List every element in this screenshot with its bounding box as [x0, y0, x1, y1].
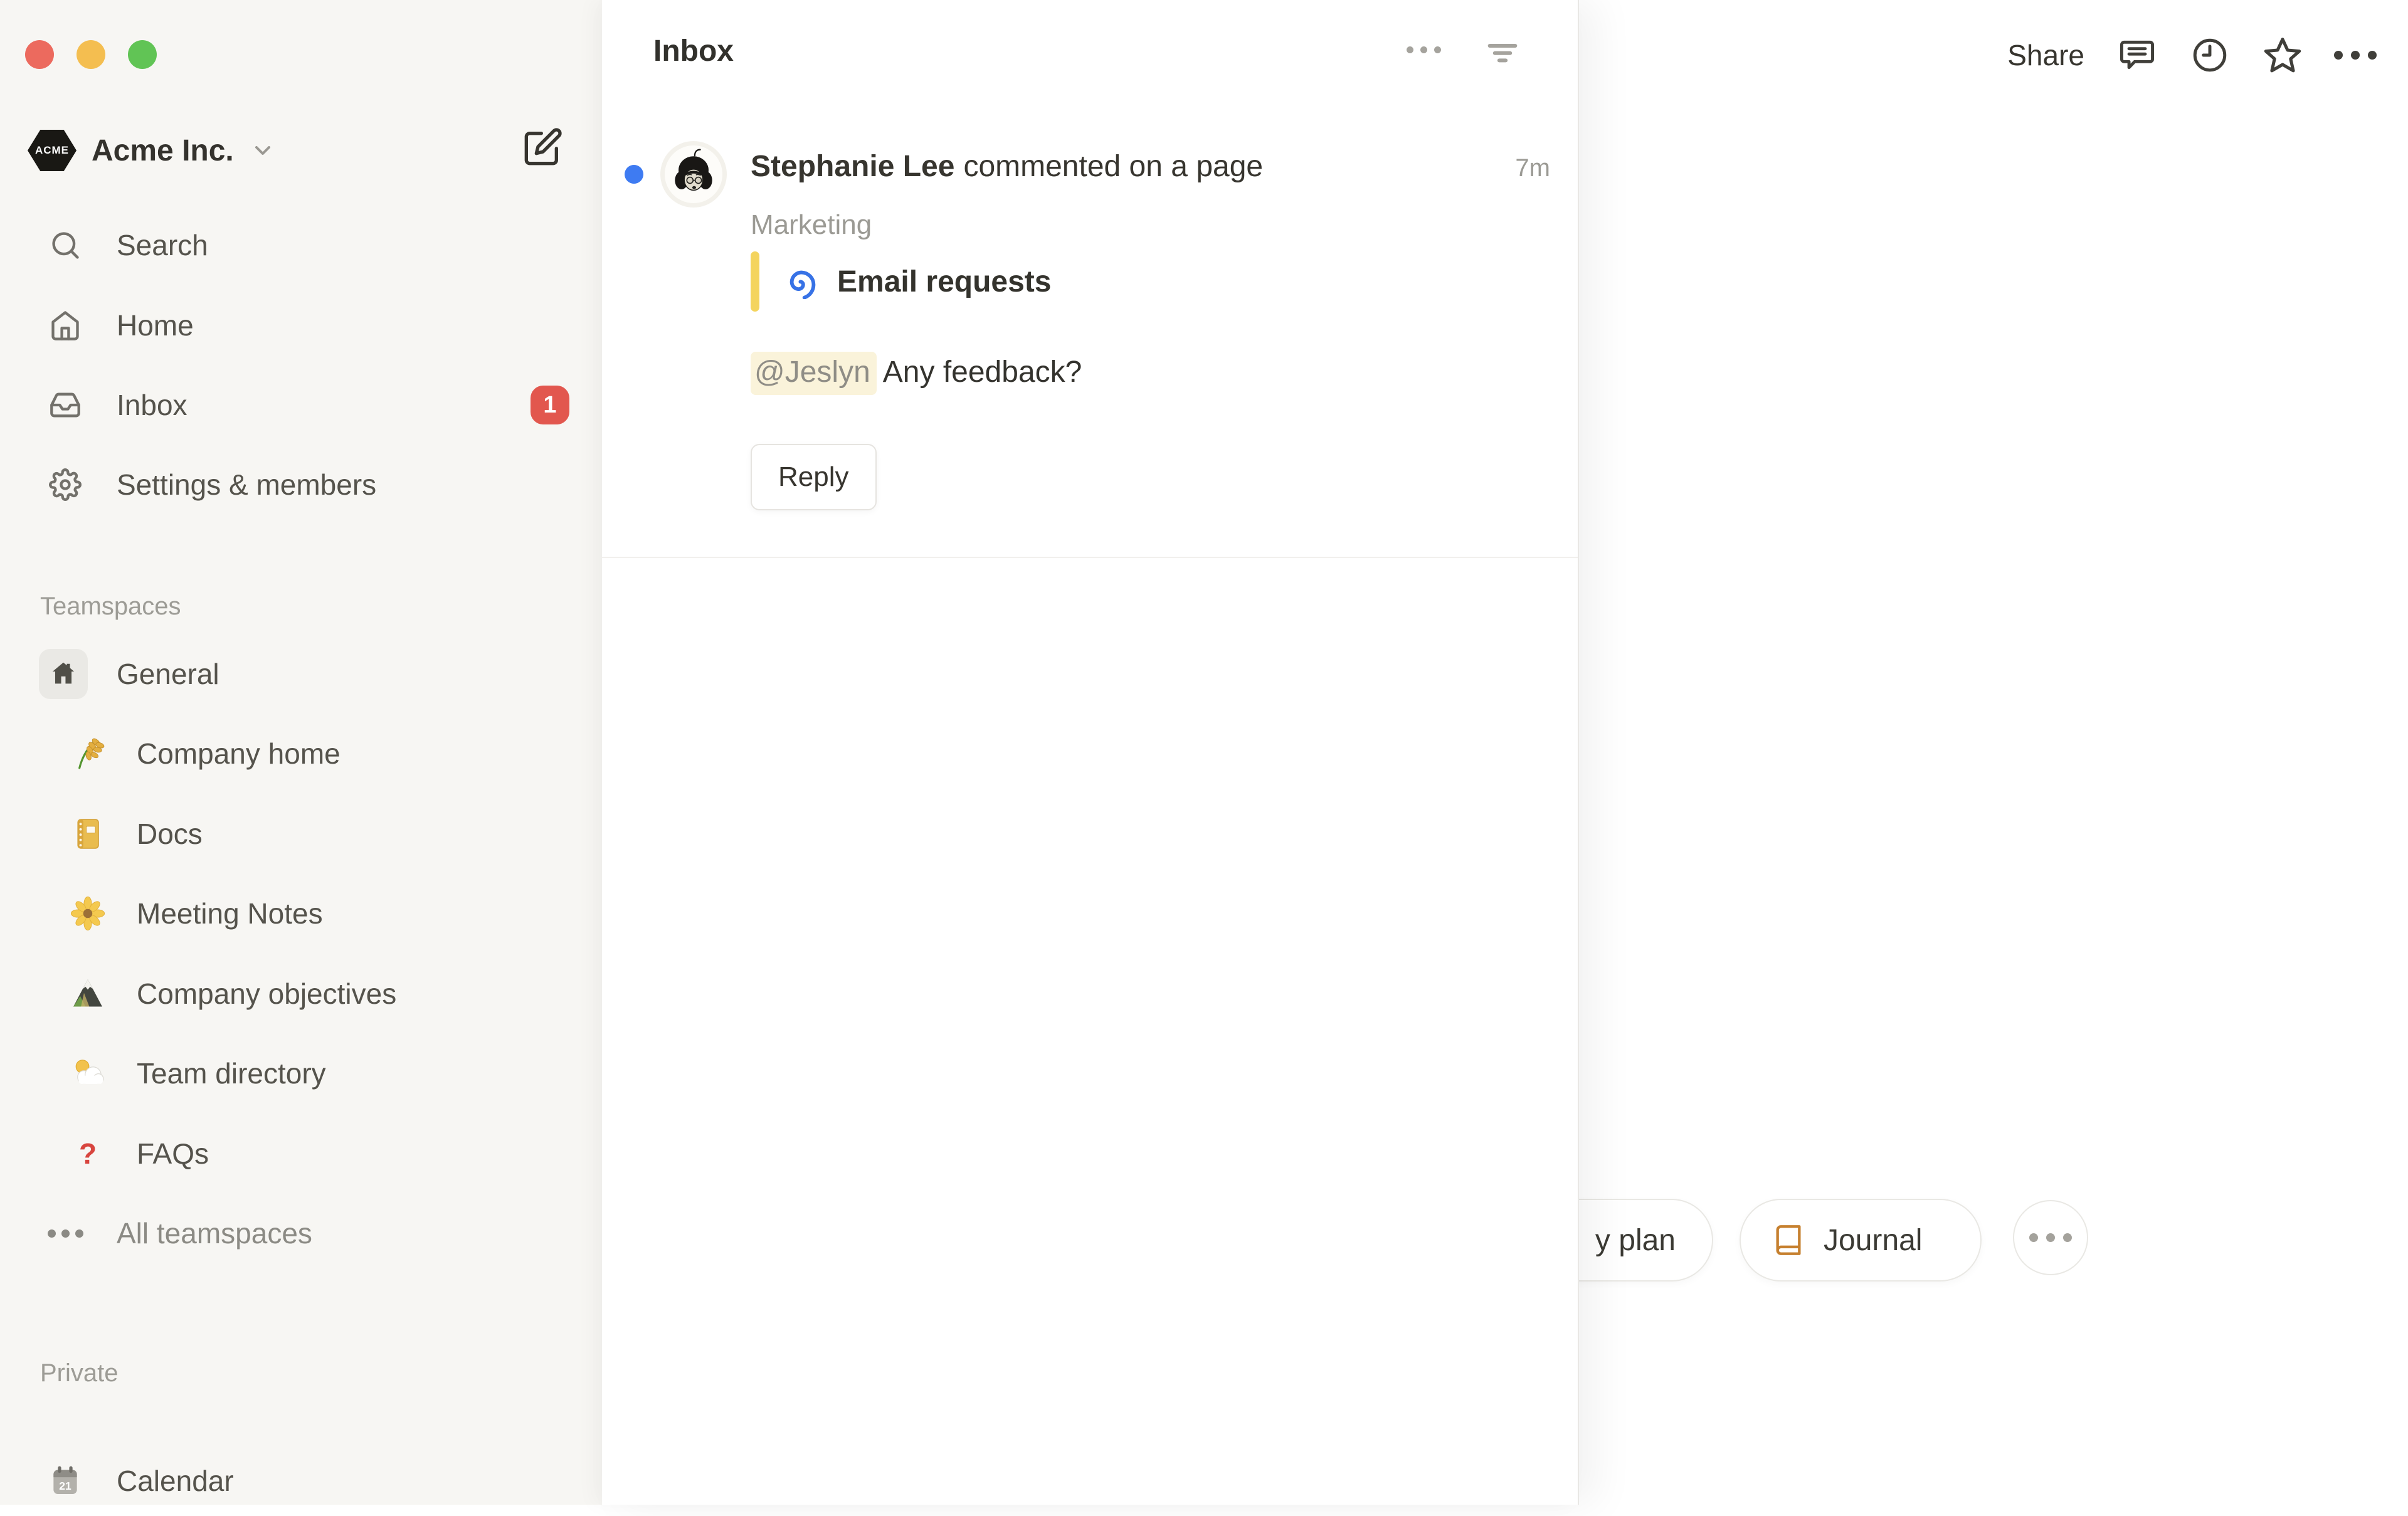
page-label: FAQs	[137, 1137, 209, 1171]
notification-workspace: Marketing	[751, 209, 872, 241]
workspace-logo: ACME	[28, 130, 77, 171]
house-icon	[39, 649, 88, 699]
gear-icon	[48, 467, 83, 502]
sidebar-item-label: Inbox	[117, 388, 187, 422]
comment-text: @JeslynAny feedback?	[751, 355, 1082, 389]
comments-icon[interactable]	[2117, 35, 2157, 75]
chevron-down-icon	[250, 138, 275, 163]
plan-template-label: y plan	[1595, 1223, 1676, 1258]
journal-book-icon	[1772, 1224, 1805, 1256]
page-company-home[interactable]: Company home	[0, 719, 602, 789]
page-meeting-notes[interactable]: Meeting Notes	[0, 878, 602, 949]
sidebar-item-calendar[interactable]: 21 Calendar	[0, 1446, 602, 1516]
sidebar-item-label: Calendar	[117, 1464, 234, 1498]
page-faqs[interactable]: ? FAQs	[0, 1119, 602, 1189]
ledger-icon	[69, 815, 107, 853]
private-section-header: Private	[40, 1359, 119, 1387]
search-icon	[48, 228, 83, 263]
mention-chip[interactable]: @Jeslyn	[751, 352, 877, 395]
inbox-more-options-icon[interactable]	[1407, 46, 1441, 53]
flower-icon	[69, 895, 107, 932]
svg-text:21: 21	[59, 1480, 71, 1492]
teamspaces-section-header: Teamspaces	[40, 592, 181, 621]
zoom-window-button[interactable]	[128, 40, 157, 69]
page-label: Company objectives	[137, 977, 396, 1011]
page-topbar: Share	[2007, 30, 2375, 80]
teamspace-label: General	[117, 657, 219, 691]
mountain-icon	[69, 975, 107, 1013]
inbox-icon	[48, 387, 83, 423]
sidebar-item-label: Settings & members	[117, 468, 376, 502]
new-page-button[interactable]	[523, 127, 563, 167]
page-label: Meeting Notes	[137, 897, 323, 930]
minimize-window-button[interactable]	[77, 40, 105, 69]
sidebar-item-home[interactable]: Home	[0, 290, 602, 361]
window-controls	[25, 40, 157, 69]
share-button[interactable]: Share	[2007, 38, 2084, 72]
page-team-directory[interactable]: Team directory	[0, 1038, 602, 1108]
journal-template-button[interactable]: Journal	[1740, 1199, 1982, 1282]
spiral-icon	[782, 264, 817, 299]
close-window-button[interactable]	[25, 40, 54, 69]
page-company-objectives[interactable]: Company objectives	[0, 959, 602, 1029]
wheat-icon	[69, 735, 107, 772]
notification-timestamp: 7m	[1515, 154, 1550, 182]
sidebar-item-search[interactable]: Search	[0, 210, 602, 280]
sidebar: ACME Acme Inc. Search Home Inbox 1 Setti…	[0, 0, 602, 1505]
quote-bar	[751, 251, 759, 312]
inbox-popover: Inbox Stephanie Lee	[602, 0, 1579, 1505]
divider	[602, 557, 1578, 558]
favorite-star-icon[interactable]	[2263, 35, 2303, 75]
ellipsis-icon	[48, 1216, 83, 1251]
calendar-icon: 21	[48, 1463, 83, 1498]
inbox-unread-badge: 1	[531, 386, 569, 424]
teamspace-general[interactable]: General	[0, 639, 602, 709]
page-title: Email requests	[837, 265, 1051, 299]
inbox-panel-title: Inbox	[653, 34, 734, 68]
history-clock-icon[interactable]	[2190, 35, 2230, 75]
sidebar-item-inbox[interactable]: Inbox 1	[0, 370, 602, 440]
page-docs[interactable]: Docs	[0, 799, 602, 869]
sidebar-item-label: Search	[117, 228, 208, 262]
notification-action: commented on a page	[963, 149, 1263, 184]
page-label: Company home	[137, 737, 341, 771]
actor-name: Stephanie Lee	[751, 149, 954, 184]
question-mark-icon: ?	[69, 1135, 107, 1172]
sidebar-item-label: Home	[117, 308, 194, 342]
inbox-filter-icon[interactable]	[1485, 35, 1520, 70]
notification-title: Stephanie Lee commented on a page 7m	[751, 149, 1550, 184]
sun-cloud-icon	[69, 1055, 107, 1092]
page-label: Docs	[137, 817, 203, 851]
journal-template-label: Journal	[1824, 1223, 1922, 1258]
comment-body: Any feedback?	[883, 355, 1082, 389]
home-icon	[48, 308, 83, 343]
more-options-icon[interactable]	[2335, 35, 2375, 75]
avatar	[665, 145, 722, 203]
page-label: Team directory	[137, 1056, 326, 1090]
page-reference[interactable]: Email requests	[751, 251, 1051, 312]
workspace-name: Acme Inc.	[92, 134, 234, 168]
unread-dot	[625, 165, 643, 184]
reply-button[interactable]: Reply	[751, 444, 877, 510]
workspace-switcher[interactable]: ACME Acme Inc.	[28, 125, 275, 176]
sidebar-item-label: All teamspaces	[117, 1216, 312, 1250]
sidebar-item-all-teamspaces[interactable]: All teamspaces	[0, 1198, 602, 1268]
more-templates-button[interactable]	[2013, 1200, 2088, 1275]
sidebar-item-settings[interactable]: Settings & members	[0, 450, 602, 520]
